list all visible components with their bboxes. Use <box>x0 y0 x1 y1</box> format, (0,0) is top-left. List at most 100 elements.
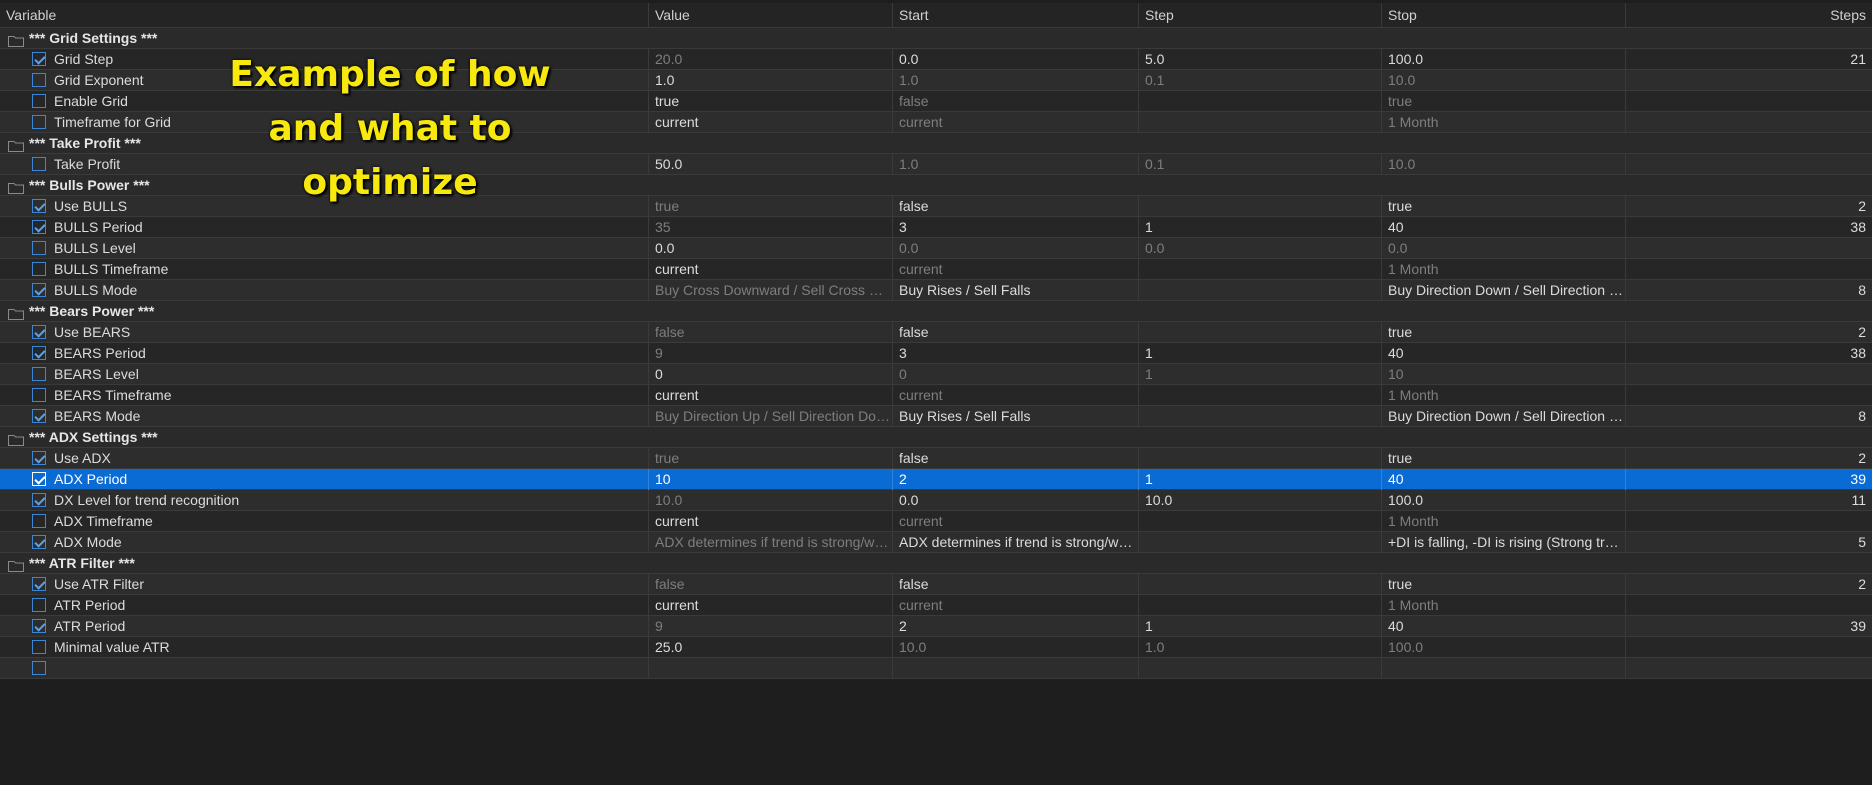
start-cell[interactable]: ADX determines if trend is strong/weak <box>892 532 1138 553</box>
stop-cell[interactable]: 1 Month <box>1381 385 1625 406</box>
value-cell[interactable] <box>648 658 892 679</box>
stop-cell[interactable]: Buy Direction Down / Sell Direction Up <box>1381 280 1625 301</box>
value-cell[interactable]: ADX determines if trend is strong/weak <box>648 532 892 553</box>
group-row[interactable]: *** ATR Filter *** <box>0 553 1872 574</box>
value-cell[interactable]: 0 <box>648 364 892 385</box>
group-row[interactable]: *** Bears Power *** <box>0 301 1872 322</box>
group-row[interactable]: *** Grid Settings *** <box>0 28 1872 49</box>
step-cell[interactable] <box>1138 595 1381 616</box>
step-cell[interactable]: 5.0 <box>1138 49 1381 70</box>
start-cell[interactable]: Buy Rises / Sell Falls <box>892 406 1138 427</box>
steps-cell[interactable]: 38 <box>1625 217 1872 238</box>
value-cell[interactable]: 10 <box>648 469 892 490</box>
table-row[interactable]: BULLS Timeframe current current 1 Month <box>0 259 1872 280</box>
steps-cell[interactable]: 2 <box>1625 448 1872 469</box>
table-row[interactable]: Minimal value ATR 25.0 10.0 1.0 100.0 <box>0 637 1872 658</box>
start-cell[interactable]: 2 <box>892 469 1138 490</box>
group-row[interactable]: *** ADX Settings *** <box>0 427 1872 448</box>
table-row[interactable]: DX Level for trend recognition 10.0 0.0 10.… <box>0 490 1872 511</box>
stop-cell[interactable]: 10.0 <box>1381 154 1625 175</box>
step-cell[interactable]: 1 <box>1138 217 1381 238</box>
step-cell[interactable]: 1 <box>1138 343 1381 364</box>
step-cell[interactable] <box>1138 574 1381 595</box>
table-row[interactable]: BEARS Mode Buy Direction Up / Sell Direct… <box>0 406 1872 427</box>
steps-cell[interactable]: 8 <box>1625 280 1872 301</box>
start-cell[interactable]: current <box>892 595 1138 616</box>
start-cell[interactable]: 10.0 <box>892 637 1138 658</box>
stop-cell[interactable]: true <box>1381 574 1625 595</box>
step-cell[interactable] <box>1138 658 1381 679</box>
start-cell[interactable]: 0.0 <box>892 490 1138 511</box>
value-cell[interactable]: 10.0 <box>648 490 892 511</box>
value-cell[interactable]: current <box>648 385 892 406</box>
column-header-steps[interactable]: Steps <box>1625 3 1872 28</box>
start-cell[interactable]: 3 <box>892 343 1138 364</box>
steps-cell[interactable]: 21 <box>1625 49 1872 70</box>
table-row[interactable]: BEARS Period 9 3 1 40 38 <box>0 343 1872 364</box>
optimize-checkbox[interactable] <box>32 157 46 172</box>
stop-cell[interactable]: 40 <box>1381 217 1625 238</box>
steps-cell[interactable]: 8 <box>1625 406 1872 427</box>
step-cell[interactable] <box>1138 322 1381 343</box>
value-cell[interactable]: true <box>648 448 892 469</box>
steps-cell[interactable]: 38 <box>1625 343 1872 364</box>
start-cell[interactable]: current <box>892 259 1138 280</box>
optimize-checkbox[interactable] <box>32 409 46 424</box>
value-cell[interactable]: true <box>648 91 892 112</box>
steps-cell[interactable] <box>1625 238 1872 259</box>
start-cell[interactable]: current <box>892 385 1138 406</box>
table-row[interactable]: ATR Period current current 1 Month <box>0 595 1872 616</box>
column-header-step[interactable]: Step <box>1138 3 1381 28</box>
step-cell[interactable] <box>1138 511 1381 532</box>
start-cell[interactable]: 0 <box>892 364 1138 385</box>
step-cell[interactable] <box>1138 448 1381 469</box>
start-cell[interactable]: false <box>892 448 1138 469</box>
table-row[interactable]: Use BEARS false false true 2 <box>0 322 1872 343</box>
step-cell[interactable]: 0.1 <box>1138 154 1381 175</box>
step-cell[interactable]: 1 <box>1138 364 1381 385</box>
stop-cell[interactable]: true <box>1381 448 1625 469</box>
table-row[interactable]: Use ADX true false true 2 <box>0 448 1872 469</box>
stop-cell[interactable]: 40 <box>1381 616 1625 637</box>
steps-cell[interactable] <box>1625 364 1872 385</box>
start-cell[interactable]: false <box>892 322 1138 343</box>
stop-cell[interactable]: 40 <box>1381 469 1625 490</box>
steps-cell[interactable] <box>1625 511 1872 532</box>
optimize-checkbox[interactable] <box>32 220 46 235</box>
steps-cell[interactable]: 5 <box>1625 532 1872 553</box>
step-cell[interactable]: 0.1 <box>1138 70 1381 91</box>
optimize-checkbox[interactable] <box>32 514 46 529</box>
step-cell[interactable]: 1 <box>1138 469 1381 490</box>
value-cell[interactable]: true <box>648 196 892 217</box>
stop-cell[interactable]: 1 Month <box>1381 112 1625 133</box>
step-cell[interactable] <box>1138 385 1381 406</box>
value-cell[interactable]: 0.0 <box>648 238 892 259</box>
value-cell[interactable]: 9 <box>648 343 892 364</box>
step-cell[interactable] <box>1138 406 1381 427</box>
stop-cell[interactable]: 100.0 <box>1381 490 1625 511</box>
optimize-checkbox[interactable] <box>32 451 46 466</box>
steps-cell[interactable] <box>1625 154 1872 175</box>
optimize-checkbox[interactable] <box>32 577 46 592</box>
step-cell[interactable] <box>1138 280 1381 301</box>
optimize-checkbox[interactable] <box>32 283 46 298</box>
optimize-checkbox[interactable] <box>32 661 46 676</box>
value-cell[interactable]: current <box>648 259 892 280</box>
column-header-value[interactable]: Value <box>648 3 892 28</box>
steps-cell[interactable]: 2 <box>1625 322 1872 343</box>
stop-cell[interactable]: Buy Direction Down / Sell Direction Up <box>1381 406 1625 427</box>
stop-cell[interactable]: true <box>1381 196 1625 217</box>
stop-cell[interactable]: 100.0 <box>1381 49 1625 70</box>
optimize-checkbox[interactable] <box>32 493 46 508</box>
steps-cell[interactable] <box>1625 658 1872 679</box>
steps-cell[interactable]: 2 <box>1625 574 1872 595</box>
steps-cell[interactable] <box>1625 91 1872 112</box>
value-cell[interactable]: false <box>648 322 892 343</box>
start-cell[interactable]: current <box>892 511 1138 532</box>
column-header-start[interactable]: Start <box>892 3 1138 28</box>
optimize-checkbox[interactable] <box>32 367 46 382</box>
start-cell[interactable]: false <box>892 574 1138 595</box>
step-cell[interactable]: 1 <box>1138 616 1381 637</box>
optimize-checkbox[interactable] <box>32 472 46 487</box>
start-cell[interactable]: false <box>892 196 1138 217</box>
